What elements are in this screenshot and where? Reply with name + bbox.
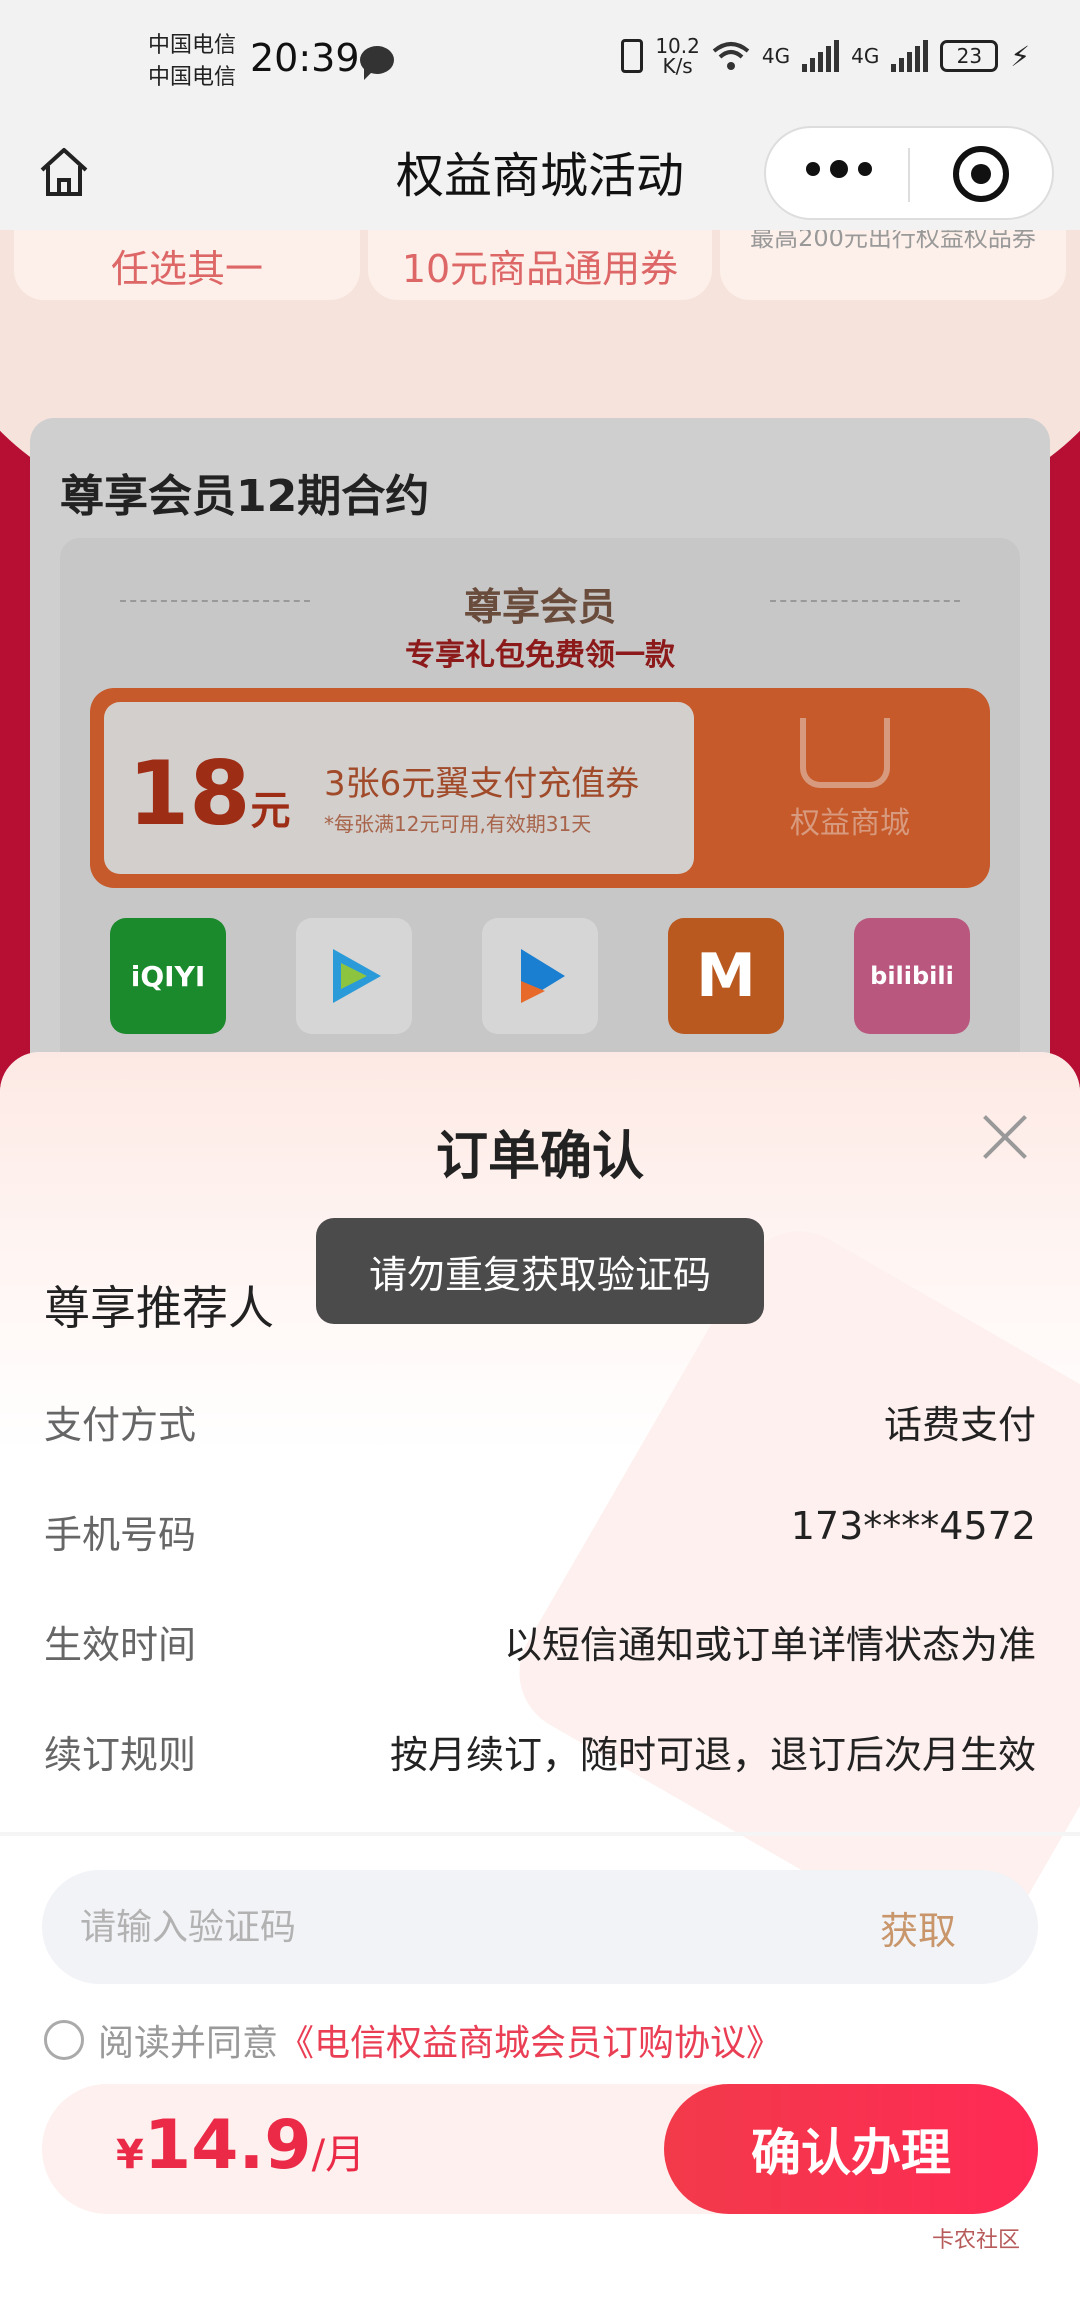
app-list: iQIYI M bilibili xyxy=(110,918,970,1034)
carrier-label: 中国电信 中国电信 xyxy=(148,33,237,90)
row-label: 支付方式 xyxy=(44,1403,197,1447)
verification-code-box: 获取 xyxy=(42,1870,1038,1984)
benefit-card: 任选其一 xyxy=(14,230,360,300)
agreement-row: 阅读并同意 《电信权益商城会员订购协议》 xyxy=(44,2014,782,2066)
clock: 20:39 xyxy=(250,36,360,80)
crown-icon xyxy=(800,718,890,788)
status-icons: 10.2 K/s 4G 4G 23 ⚡ xyxy=(621,36,1030,76)
coupon-body: 18元 3张6元翼支付充值券 *每张满12元可用,有效期31天 xyxy=(104,702,694,874)
close-miniprogram-icon[interactable] xyxy=(953,146,1009,202)
signal-icon xyxy=(891,40,929,72)
vip-title: 尊享会员12期合约 xyxy=(60,471,430,522)
row-value: 173****4572 xyxy=(790,1504,1036,1548)
row-label: 手机号码 xyxy=(44,1513,197,1557)
vibrate-icon xyxy=(621,39,644,73)
capsule-divider xyxy=(908,148,910,202)
miniprogram-capsule xyxy=(764,126,1054,220)
recommender-label: 尊享推荐人 xyxy=(44,1281,274,1335)
benefit-card: 10元商品通用券 xyxy=(368,230,712,300)
more-icon[interactable] xyxy=(806,160,872,178)
row-value: 话费支付 xyxy=(883,1403,1036,1447)
iqiyi-icon: iQIYI xyxy=(110,918,226,1034)
signal-icon xyxy=(802,40,840,72)
coupon-logo: 权益商城 xyxy=(790,806,910,841)
row-value: 按月续订，随时可退，退订后次月生效 xyxy=(389,1733,1036,1777)
youku-icon xyxy=(482,918,598,1034)
status-bar: 中国电信 中国电信 20:39 10.2 K/s 4G 4G 23 ⚡ xyxy=(0,0,1080,126)
nav-bar: 权益商城活动 xyxy=(0,126,1080,230)
agreement-link[interactable]: 《电信权益商城会员订购协议》 xyxy=(278,2014,782,2066)
network-type-1: 4G xyxy=(761,44,791,68)
confirm-button[interactable]: 确认办理 xyxy=(664,2084,1038,2214)
agreement-checkbox[interactable] xyxy=(44,2020,84,2060)
info-row-renewal: 续订规则 按月续订，随时可退，退订后次月生效 xyxy=(44,1724,1036,1779)
bilibili-icon: bilibili xyxy=(854,918,970,1034)
row-label: 生效时间 xyxy=(44,1623,197,1667)
message-icon xyxy=(360,46,394,80)
price: ¥14.9/月 xyxy=(116,2106,366,2185)
watermark: 卡农社区 xyxy=(931,2228,1020,2253)
info-row-phone: 手机号码 173****4572 xyxy=(44,1504,1036,1559)
charging-icon: ⚡ xyxy=(1010,39,1030,73)
wifi-icon xyxy=(712,42,750,70)
agreement-text: 阅读并同意 xyxy=(98,2023,279,2064)
toast-message: 请勿重复获取验证码 xyxy=(316,1218,764,1324)
get-code-button[interactable]: 获取 xyxy=(880,1900,956,1955)
mgtv-icon: M xyxy=(668,918,784,1034)
verification-code-input[interactable] xyxy=(80,1894,780,1960)
row-value: 以短信通知或订单详情状态为准 xyxy=(503,1623,1036,1667)
network-speed: 10.2 K/s xyxy=(655,34,700,78)
info-row-payment: 支付方式 话费支付 xyxy=(44,1394,1036,1449)
tencent-video-icon xyxy=(296,918,412,1034)
coupon-note: *每张满12元可用,有效期31天 xyxy=(324,812,592,836)
vip-subtitle: 尊享会员 xyxy=(463,585,616,629)
network-type-2: 4G xyxy=(851,44,880,68)
divider xyxy=(0,1832,1080,1836)
close-icon[interactable] xyxy=(980,1112,1030,1162)
battery-icon: 23 xyxy=(940,40,999,72)
row-label: 续订规则 xyxy=(44,1733,197,1777)
info-row-effective-time: 生效时间 以短信通知或订单详情状态为准 xyxy=(44,1614,1036,1669)
coupon-card: 18元 3张6元翼支付充值券 *每张满12元可用,有效期31天 权益商城 xyxy=(90,688,990,888)
coupon-title: 3张6元翼支付充值券 xyxy=(324,764,640,804)
sheet-title: 订单确认 xyxy=(435,1127,644,1187)
coupon-amount: 18元 xyxy=(128,742,291,845)
benefit-card: 最高200元出行权益权品券 xyxy=(720,230,1066,300)
checkout-bar: ¥14.9/月 确认办理 xyxy=(42,2084,1038,2214)
vip-gift-text: 专享礼包免费领一款 xyxy=(405,638,675,673)
